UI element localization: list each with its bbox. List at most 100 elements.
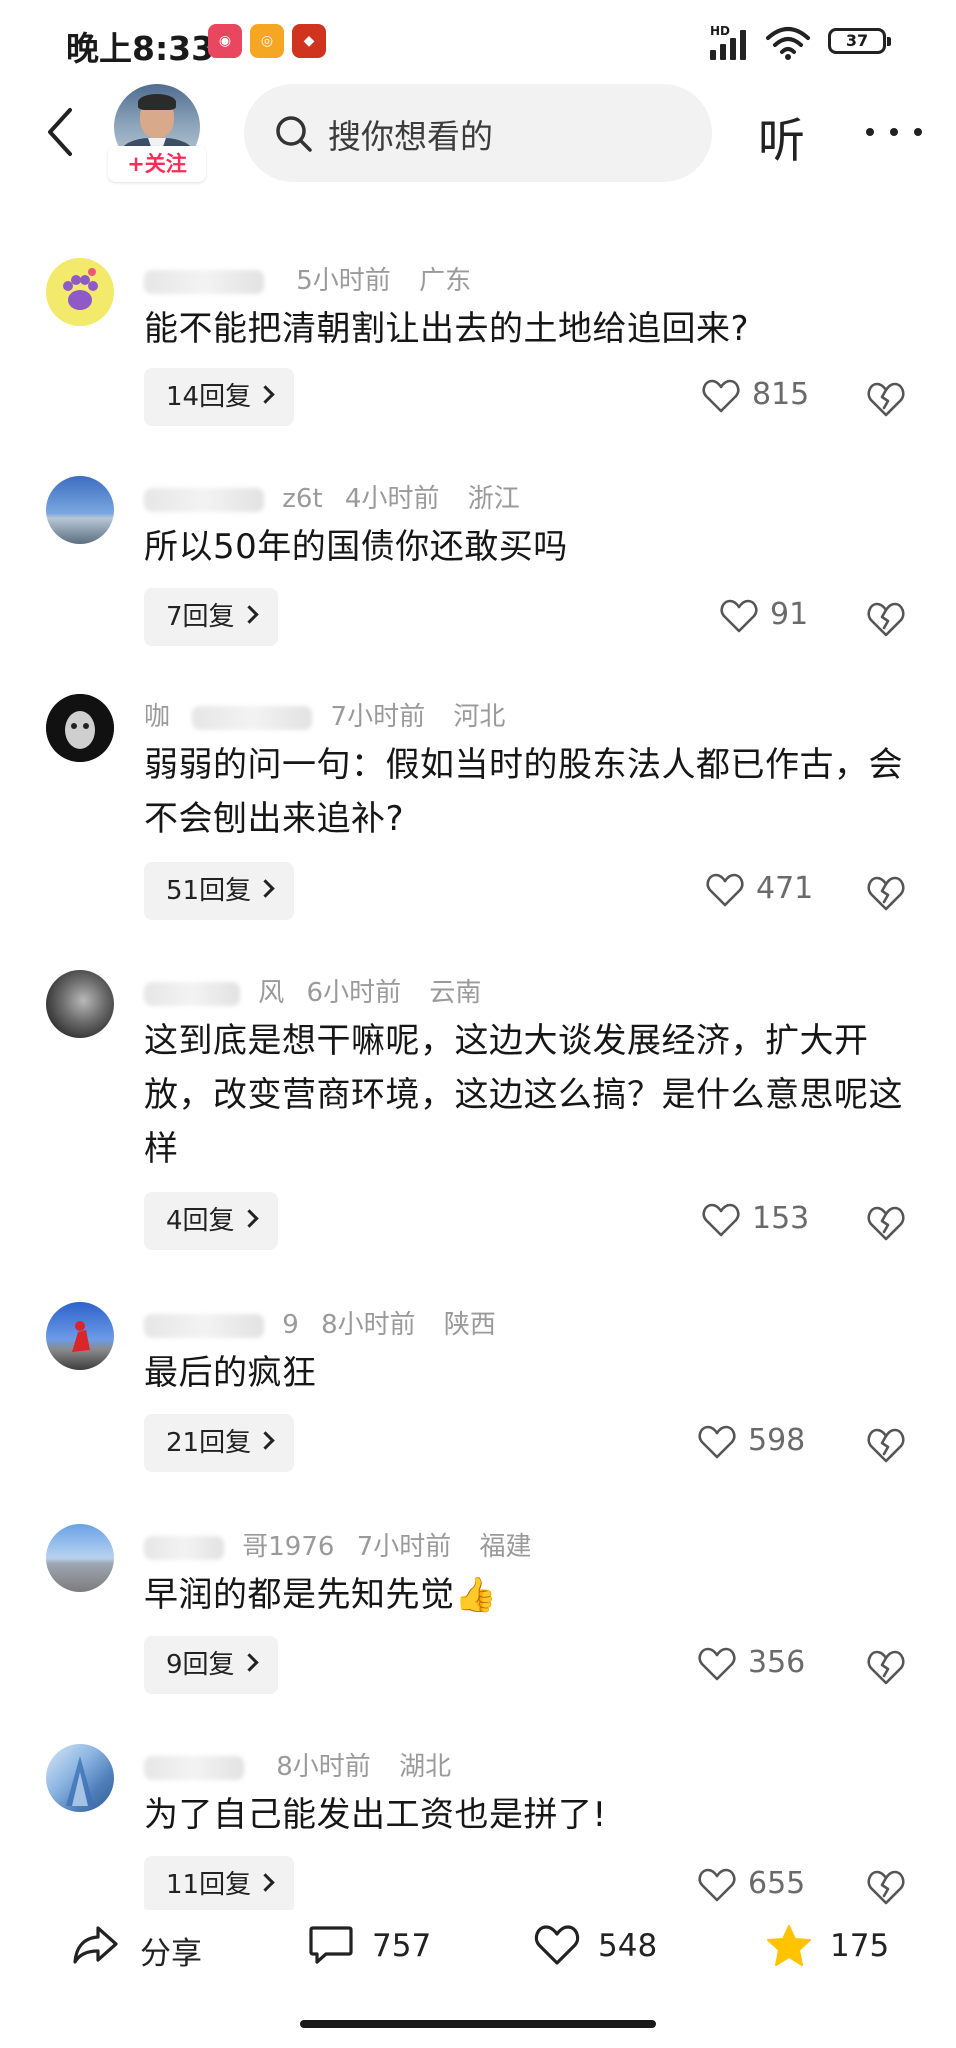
comment-count: 757 (372, 1928, 432, 1964)
blurred-username (144, 1755, 244, 1780)
comment-like-button[interactable]: 153 (702, 1201, 822, 1241)
heart-icon (706, 873, 744, 907)
follow-button[interactable]: +关注 (108, 146, 206, 182)
commenter-avatar[interactable] (46, 258, 114, 326)
comment-text[interactable]: 为了自己能发出工资也是拼了! (144, 1788, 904, 1842)
view-replies-button[interactable]: 51回复 (144, 862, 295, 920)
app-notification-icon-2: ◎ (250, 24, 284, 58)
blurred-username (144, 487, 264, 512)
commenter-avatar[interactable] (46, 1524, 114, 1592)
replies-label: 51回复 (166, 876, 252, 906)
wifi-icon (766, 27, 810, 60)
battery-icon: 37 (828, 28, 891, 54)
search-input[interactable]: 搜你想看的 (244, 84, 712, 182)
view-replies-button[interactable]: 7回复 (144, 588, 278, 646)
listen-button[interactable]: 听 (758, 102, 805, 171)
chevron-right-icon (256, 385, 275, 404)
like-count: 356 (748, 1645, 806, 1680)
commenter-avatar[interactable] (46, 970, 114, 1038)
status-right: HD 37 (710, 24, 891, 62)
signal-icon: HD (710, 24, 754, 60)
comment-like-button[interactable]: 655 (698, 1866, 818, 1906)
comment-like-button[interactable]: 91 (720, 597, 820, 637)
like-count: 815 (752, 377, 810, 412)
dislike-broken-heart-icon[interactable] (866, 874, 906, 912)
commenter-avatar[interactable] (46, 694, 114, 762)
comment-like-button[interactable]: 356 (698, 1645, 818, 1685)
comment-text[interactable]: 弱弱的问一句：假如当时的股东法人都已作古，会不会刨出来追补? (144, 738, 904, 846)
comment-location: 云南 (429, 978, 482, 1008)
dislike-broken-heart-icon[interactable] (866, 1426, 906, 1464)
favorite-count: 175 (830, 1928, 890, 1964)
like-count: 91 (770, 597, 809, 632)
status-time: 晚上8:33 (66, 29, 215, 68)
comment-time: 6小时前 (306, 978, 402, 1008)
view-replies-button[interactable]: 14回复 (144, 368, 295, 426)
comment-text[interactable]: 这到底是想干嘛呢，这边大谈发展经济，扩大开放，改变营商环境，这边这么搞？是什么意… (144, 1014, 904, 1176)
replies-label: 11回复 (166, 1870, 252, 1900)
like-count: 153 (752, 1201, 810, 1236)
comment-meta: 风 6小时前 云南 (144, 972, 481, 1009)
view-replies-button[interactable]: 21回复 (144, 1414, 295, 1472)
comment-meta: z6t 4小时前 浙江 (144, 478, 520, 515)
commenter-avatar[interactable] (46, 1744, 114, 1812)
top-nav: +关注 搜你想看的 听 (0, 84, 956, 204)
share-label: 分享 (140, 1936, 202, 1972)
commenter-name[interactable]: z6t (282, 484, 322, 514)
view-replies-button[interactable]: 9回复 (144, 1636, 278, 1694)
commenter-avatar[interactable] (46, 476, 114, 544)
home-indicator[interactable] (300, 2020, 656, 2028)
comment-like-button[interactable]: 815 (702, 377, 822, 417)
commenter-avatar[interactable] (46, 1302, 114, 1370)
blurred-username (192, 705, 313, 730)
commenter-name[interactable]: 风 (258, 978, 284, 1008)
climber-avatar-icon (72, 1321, 90, 1352)
heart-icon (698, 1868, 736, 1902)
star-icon (767, 1925, 811, 1966)
back-arrow-icon[interactable] (40, 102, 80, 162)
view-replies-button[interactable]: 4回复 (144, 1192, 278, 1250)
more-options-icon[interactable] (866, 124, 926, 140)
like-button[interactable]: 548 (534, 1910, 664, 1980)
comment-time: 4小时前 (344, 484, 440, 514)
comment-meta: 咖 7小时前 河北 (144, 696, 505, 733)
comment-time: 8小时前 (321, 1310, 416, 1340)
building-avatar-icon (66, 1756, 94, 1806)
comment-like-button[interactable]: 471 (706, 871, 826, 911)
comment-text[interactable]: 所以50年的国债你还敢买吗 (144, 520, 904, 574)
commenter-name[interactable]: 哥1976 (242, 1532, 334, 1562)
commenter-name[interactable]: 9 (282, 1310, 299, 1340)
comment-time: 5小时前 (296, 266, 391, 296)
share-arrow-icon (73, 1926, 118, 1964)
share-button[interactable]: 分享 (72, 1910, 212, 1980)
comments-button[interactable]: 757 (308, 1910, 438, 1980)
comment-location: 湖北 (399, 1752, 452, 1782)
like-count: 471 (756, 871, 814, 906)
dislike-broken-heart-icon[interactable] (866, 1204, 906, 1242)
comment-text[interactable]: 最后的疯狂 (144, 1346, 904, 1400)
dislike-broken-heart-icon[interactable] (866, 600, 906, 638)
chevron-right-icon (239, 1209, 259, 1228)
status-bar: 晚上8:33 ◉ ◎ ◆ HD 37 (0, 0, 956, 84)
chevron-right-icon (256, 1873, 275, 1892)
comment-like-button[interactable]: 598 (698, 1423, 818, 1463)
network-type-label: HD (710, 24, 731, 38)
mask-avatar-icon (46, 694, 114, 762)
search-icon (276, 116, 312, 152)
dislike-broken-heart-icon[interactable] (866, 1868, 906, 1906)
chevron-right-icon (256, 879, 275, 898)
blurred-username (144, 269, 264, 294)
comment-text[interactable]: 能不能把清朝割让出去的土地给追回来? (144, 302, 904, 356)
comment-meta: 哥1976 7小时前 福建 (144, 1526, 532, 1563)
dislike-broken-heart-icon[interactable] (866, 380, 906, 418)
commenter-name[interactable]: 咖 (144, 702, 170, 732)
like-total: 548 (598, 1928, 658, 1964)
heart-icon (702, 379, 740, 413)
view-replies-button[interactable]: 11回复 (144, 1856, 295, 1914)
dislike-broken-heart-icon[interactable] (866, 1648, 906, 1686)
comment-text[interactable]: 早润的都是先知先觉👍 (144, 1568, 904, 1622)
favorite-button[interactable]: 175 (766, 1910, 896, 1980)
comment-meta: 9 8小时前 陕西 (144, 1304, 496, 1341)
author-avatar-group[interactable]: +关注 (108, 84, 206, 182)
heart-icon (702, 1203, 740, 1237)
